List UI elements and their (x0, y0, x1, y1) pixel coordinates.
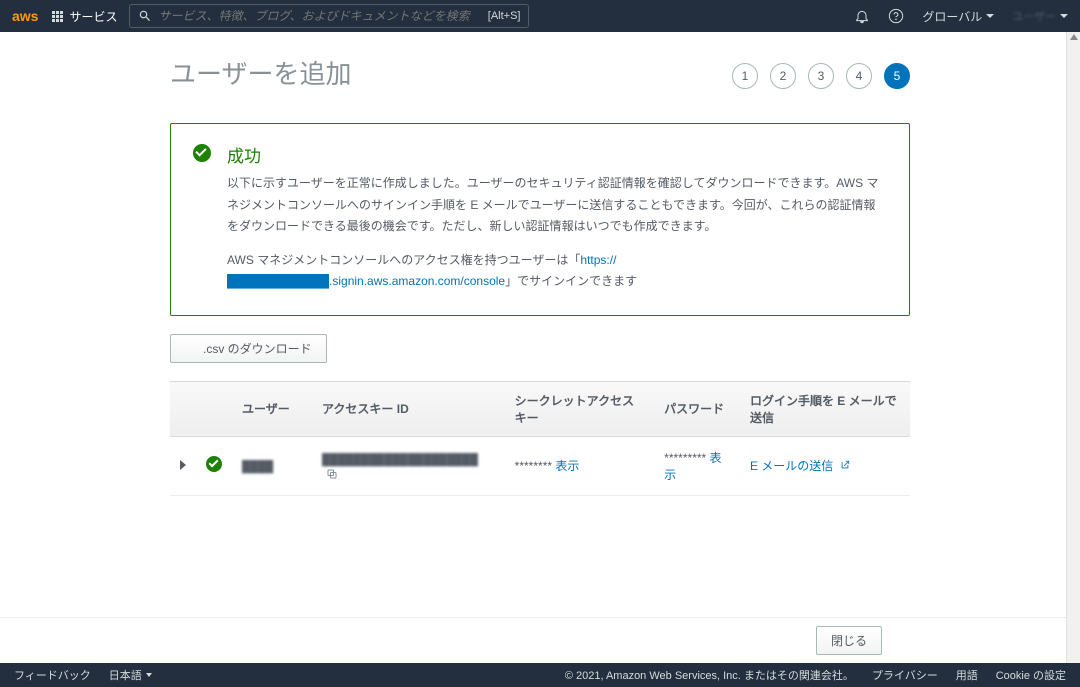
privacy-link[interactable]: プライバシー (872, 667, 938, 683)
send-email-link[interactable]: E メールの送信 (750, 459, 850, 473)
password-mask: ********* (664, 451, 706, 465)
row-status-icon (206, 456, 222, 472)
step-3[interactable]: 3 (808, 63, 834, 89)
feedback-link[interactable]: フィードバック (14, 667, 91, 683)
main-content: ユーザーを追加 1 2 3 4 5 成功 以下に示すユーザーを正常に作成しました… (170, 32, 910, 576)
bell-icon[interactable] (854, 8, 870, 24)
col-access-key: アクセスキー ID (312, 381, 505, 436)
top-nav: aws サービス [Alt+S] グローバル ユーザー (0, 0, 1080, 32)
col-user: ユーザー (232, 381, 312, 436)
external-link-icon (840, 460, 850, 470)
alert-body-2: AWS マネジメントコンソールへのアクセス権を持つユーザーは「https://█… (227, 250, 887, 293)
footer: フィードバック 日本語 © 2021, Amazon Web Services,… (0, 663, 1080, 687)
terms-link[interactable]: 用語 (956, 667, 978, 683)
account-dropdown[interactable]: ユーザー (1012, 8, 1068, 24)
search-input-wrap[interactable]: [Alt+S] (129, 4, 529, 28)
step-1[interactable]: 1 (732, 63, 758, 89)
step-4[interactable]: 4 (846, 63, 872, 89)
step-5[interactable]: 5 (884, 63, 910, 89)
users-table: ユーザー アクセスキー ID シークレットアクセスキー パスワード ログイン手順… (170, 381, 910, 496)
alert-title: 成功 (227, 142, 887, 167)
download-icon (185, 342, 197, 354)
alert-body-1: 以下に示すユーザーを正常に作成しました。ユーザーのセキュリティ認証情報を確認して… (227, 173, 887, 238)
help-icon[interactable] (888, 8, 904, 24)
language-dropdown[interactable]: 日本語 (109, 667, 152, 683)
secret-mask: ******** (515, 459, 552, 473)
scrollbar[interactable] (1066, 32, 1080, 663)
download-csv-button[interactable]: .csv のダウンロード (170, 334, 327, 363)
check-circle-icon (193, 144, 211, 162)
wizard-steps: 1 2 3 4 5 (732, 63, 910, 89)
copyright: © 2021, Amazon Web Services, Inc. またはその関… (565, 667, 854, 683)
access-key-id: ████████████████████ (322, 454, 478, 466)
copy-icon[interactable] (326, 468, 338, 480)
step-2[interactable]: 2 (770, 63, 796, 89)
bottom-bar: 閉じる (0, 617, 1066, 663)
col-email: ログイン手順を E メールで送信 (740, 381, 910, 436)
user-name: ████ (242, 461, 273, 473)
search-shortcut: [Alt+S] (488, 10, 521, 22)
services-menu[interactable]: サービス (52, 8, 129, 25)
page-title: ユーザーを追加 (170, 54, 351, 91)
region-dropdown[interactable]: グローバル (922, 8, 994, 25)
col-secret: シークレットアクセスキー (505, 381, 655, 436)
show-secret-link[interactable]: 表示 (555, 459, 579, 473)
col-password: パスワード (654, 381, 740, 436)
search-icon (138, 9, 152, 23)
aws-logo[interactable]: aws (12, 8, 38, 24)
expand-row-icon[interactable] (180, 460, 186, 470)
cookie-link[interactable]: Cookie の設定 (996, 667, 1066, 683)
search-input[interactable] (158, 9, 487, 23)
close-button[interactable]: 閉じる (816, 626, 882, 655)
success-alert: 成功 以下に示すユーザーを正常に作成しました。ユーザーのセキュリティ認証情報を確… (170, 123, 910, 316)
table-row: ████ ████████████████████ ******** 表示 **… (170, 436, 910, 495)
